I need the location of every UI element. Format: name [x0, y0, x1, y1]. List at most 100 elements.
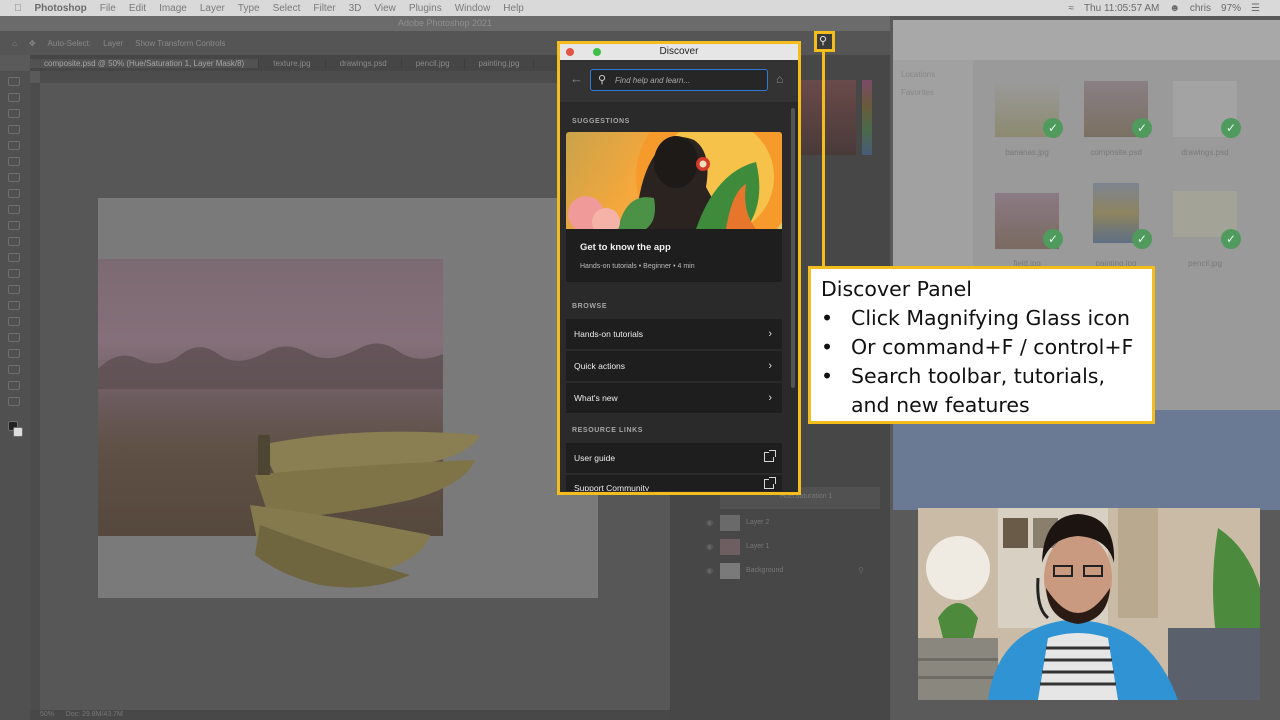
- battery-percent[interactable]: 97%: [1221, 3, 1241, 14]
- checkmark-icon: ✓: [1132, 118, 1152, 138]
- zoom-level[interactable]: 50%: [40, 711, 54, 718]
- scrollbar[interactable]: [791, 108, 795, 388]
- background-color-swatch[interactable]: [13, 427, 23, 437]
- menu-photoshop[interactable]: Photoshop: [35, 3, 87, 14]
- discover-search-button[interactable]: ⚲: [814, 31, 835, 52]
- frame-tool-icon[interactable]: [8, 157, 20, 166]
- marquee-tool-icon[interactable]: [8, 93, 20, 102]
- callout-bullet-text: Search toolbar, tutorials, and new featu…: [851, 364, 1105, 417]
- color-picker-field[interactable]: [798, 80, 856, 155]
- show-transform-checkbox[interactable]: Show Transform Controls: [135, 39, 225, 48]
- eraser-tool-icon[interactable]: [8, 253, 20, 262]
- clock[interactable]: Thu 11:05:57 AM: [1084, 3, 1159, 14]
- home-icon[interactable]: ⌂: [12, 39, 17, 48]
- tools-panel: [0, 71, 30, 720]
- menu-3d[interactable]: 3D: [349, 3, 362, 14]
- visibility-eye-icon[interactable]: ◉: [706, 518, 713, 527]
- callout-bullet: • Or command+F / control+F: [821, 333, 1142, 362]
- layer-row[interactable]: ◉ Layer 1: [706, 537, 880, 559]
- menu-layer[interactable]: Layer: [200, 3, 225, 14]
- auto-select-label[interactable]: Auto-Select:: [48, 39, 92, 48]
- zoom-window-icon[interactable]: [593, 48, 601, 56]
- tab-pencil[interactable]: pencil.jpg: [402, 58, 465, 68]
- gradient-tool-icon[interactable]: [8, 269, 20, 278]
- file-name[interactable]: drawings.psd: [1160, 148, 1250, 157]
- menu-image[interactable]: Image: [159, 3, 187, 14]
- back-arrow-icon[interactable]: ←: [570, 71, 583, 86]
- sidebar-favorites[interactable]: Favorites: [901, 84, 965, 102]
- close-window-icon[interactable]: [566, 48, 574, 56]
- menu-file[interactable]: File: [100, 3, 116, 14]
- tab-drawings[interactable]: drawings.psd: [326, 58, 402, 68]
- move-tool-icon[interactable]: [8, 77, 20, 86]
- resource-link-user-guide[interactable]: User guide: [566, 443, 782, 474]
- file-name[interactable]: bananas.jpg: [982, 148, 1072, 157]
- eyedropper-tool-icon[interactable]: [8, 173, 20, 182]
- browse-item-whats-new[interactable]: What's new ›: [566, 383, 782, 414]
- layer-row[interactable]: ◉ Background ⚲: [706, 561, 880, 583]
- card-image: [566, 132, 782, 229]
- status-bar: 50% Doc: 29.8M/43.7M: [30, 710, 670, 720]
- crop-tool-icon[interactable]: [8, 141, 20, 150]
- move-tool-icon[interactable]: ✥: [29, 39, 36, 48]
- layer-thumbnail: [720, 563, 740, 579]
- healing-tool-icon[interactable]: [8, 189, 20, 198]
- zoom-tool-icon[interactable]: [8, 397, 20, 406]
- menu-select[interactable]: Select: [273, 3, 301, 14]
- menu-window[interactable]: Window: [455, 3, 491, 14]
- dodge-tool-icon[interactable]: [8, 301, 20, 310]
- menu-filter[interactable]: Filter: [313, 3, 335, 14]
- card-meta: Hands-on tutorials • Beginner • 4 min: [580, 263, 695, 270]
- pen-tool-icon[interactable]: [8, 317, 20, 326]
- file-name[interactable]: pencil.jpg: [1160, 259, 1250, 268]
- home-icon[interactable]: ⌂: [776, 72, 783, 86]
- external-link-icon: [764, 450, 776, 462]
- search-box[interactable]: ⚲: [590, 69, 768, 91]
- tab-composite[interactable]: composite.psd @ 50% (Hue/Saturation 1, L…: [30, 58, 260, 68]
- menu-plugins[interactable]: Plugins: [409, 3, 442, 14]
- brush-tool-icon[interactable]: [8, 205, 20, 214]
- browse-item-quick-actions[interactable]: Quick actions ›: [566, 351, 782, 382]
- menu-help[interactable]: Help: [503, 3, 524, 14]
- user-name[interactable]: chris: [1190, 3, 1211, 14]
- browse-heading: BROWSE: [572, 303, 608, 310]
- wifi-icon[interactable]: ≈: [1068, 3, 1074, 14]
- layer-row[interactable]: ◉ Layer 2: [706, 513, 880, 535]
- magnifying-glass-icon: ⚲: [819, 35, 828, 47]
- chevron-right-icon: ›: [768, 328, 772, 340]
- menu-type[interactable]: Type: [238, 3, 260, 14]
- lasso-tool-icon[interactable]: [8, 109, 20, 118]
- apple-icon[interactable]: : [14, 3, 22, 14]
- auto-select-dropdown[interactable]: Layer: [103, 39, 123, 48]
- quick-select-tool-icon[interactable]: [8, 125, 20, 134]
- history-brush-tool-icon[interactable]: [8, 237, 20, 246]
- card-title[interactable]: Get to know the app: [580, 242, 671, 253]
- shape-tool-icon[interactable]: [8, 365, 20, 374]
- browse-item-label: Hands-on tutorials: [574, 329, 643, 339]
- sidebar-locations[interactable]: Locations: [901, 66, 965, 84]
- visibility-eye-icon[interactable]: ◉: [706, 566, 713, 575]
- tab-texture[interactable]: texture.jpg: [259, 58, 326, 68]
- tab-painting[interactable]: painting.jpg: [465, 58, 535, 68]
- visibility-eye-icon[interactable]: ◉: [706, 542, 713, 551]
- suggestion-card[interactable]: Get to know the app Hands-on tutorials •…: [566, 132, 782, 282]
- search-input[interactable]: [615, 73, 765, 87]
- blur-tool-icon[interactable]: [8, 285, 20, 294]
- chevron-right-icon: ›: [768, 392, 772, 404]
- lock-icon[interactable]: ⚲: [858, 566, 864, 575]
- resource-link-support-community[interactable]: Support Community: [566, 475, 782, 492]
- path-select-tool-icon[interactable]: [8, 349, 20, 358]
- type-tool-icon[interactable]: [8, 333, 20, 342]
- menu-view[interactable]: View: [374, 3, 396, 14]
- stamp-tool-icon[interactable]: [8, 221, 20, 230]
- file-name[interactable]: composite.psd: [1071, 148, 1161, 157]
- hand-tool-icon[interactable]: [8, 381, 20, 390]
- menu-edit[interactable]: Edit: [129, 3, 146, 14]
- desktop-background: [893, 410, 1280, 510]
- hue-slider[interactable]: [862, 80, 872, 155]
- browse-item-hands-on-tutorials[interactable]: Hands-on tutorials ›: [566, 319, 782, 350]
- list-icon[interactable]: ☰: [1251, 3, 1260, 14]
- discover-titlebar: Discover: [560, 44, 798, 60]
- webcam-overlay: [918, 508, 1260, 700]
- layer-thumbnail: [720, 539, 740, 555]
